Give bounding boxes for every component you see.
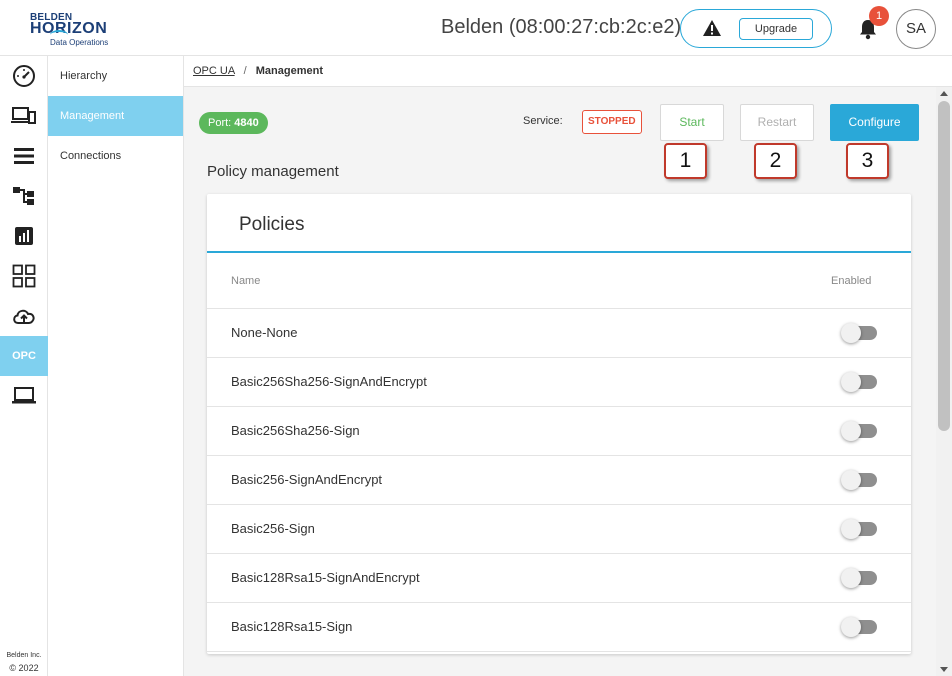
toggle-knob (841, 372, 861, 392)
policy-row: Basic256Sha256-Sign (207, 407, 911, 456)
policy-name: Basic256-SignAndEncrypt (231, 472, 383, 487)
logo-line-3: Data Operations (50, 38, 109, 47)
port-label: Port: (208, 117, 232, 129)
toggle-knob (841, 617, 861, 637)
policy-name: None-None (231, 325, 298, 340)
vertical-scrollbar[interactable] (936, 87, 952, 676)
policy-name: Basic256Sha256-Sign (231, 423, 360, 438)
rail-analytics[interactable] (0, 216, 48, 256)
footer-year: © 2022 (9, 663, 39, 673)
breadcrumb-link-opc-ua[interactable]: OPC UA (193, 65, 235, 77)
policies-title: Policies (239, 214, 305, 235)
callout-marker-3: 3 (846, 143, 889, 179)
breadcrumb-current: Management (255, 65, 324, 77)
policy-enabled-toggle[interactable] (841, 470, 877, 490)
breadcrumb: OPC UA / Management (184, 56, 952, 87)
rail-opc[interactable]: OPC (0, 336, 48, 376)
laptop-icon (12, 387, 36, 404)
toggle-knob (841, 323, 861, 343)
policies-card: Policies Name Enabled None-None Basic256… (207, 194, 911, 654)
column-header-enabled: Enabled (831, 275, 872, 287)
devices-icon (11, 107, 36, 124)
device-title: Belden (08:00:27:cb:2c:e2) (441, 16, 682, 38)
belden-horizon-logo[interactable]: BELDEN HORIZON Data Operations (28, 8, 118, 50)
scroll-up-arrow-icon[interactable] (940, 91, 948, 96)
callout-marker-1: 1 (664, 143, 707, 179)
list-icon (14, 148, 34, 164)
copyright-footer: Belden Inc. © 2022 (0, 650, 48, 674)
policy-enabled-toggle[interactable] (841, 323, 877, 343)
policy-row: Basic256Sha256-SignAndEncrypt (207, 358, 911, 407)
policy-row: None-None (207, 309, 911, 358)
policy-row: Basic256-SignAndEncrypt (207, 456, 911, 505)
toggle-knob (841, 421, 861, 441)
policy-enabled-toggle[interactable] (841, 519, 877, 539)
port-value: 4840 (234, 117, 259, 129)
restart-button[interactable]: Restart (740, 104, 814, 141)
rail-apps[interactable] (0, 256, 48, 296)
upgrade-banner: Upgrade (680, 9, 832, 48)
rail-cloud[interactable] (0, 296, 48, 336)
subnav-item-connections[interactable]: Connections (48, 136, 183, 176)
rail-devices[interactable] (0, 96, 48, 136)
policy-enabled-toggle[interactable] (841, 617, 877, 637)
service-status-badge: STOPPED (582, 110, 642, 134)
scroll-thumb[interactable] (938, 101, 950, 431)
policy-enabled-toggle[interactable] (841, 568, 877, 588)
user-avatar[interactable]: SA (896, 9, 936, 49)
dashboard-gauge-icon (13, 65, 35, 87)
rail-hierarchy[interactable] (0, 176, 48, 216)
breadcrumb-separator: / (243, 65, 247, 77)
policy-name: Basic128Rsa15-SignAndEncrypt (231, 570, 420, 585)
policy-row: Basic128Rsa15-SignAndEncrypt (207, 554, 911, 603)
title-divider (207, 251, 911, 253)
opc-subnav: Hierarchy Management Connections (48, 56, 184, 676)
section-title: Policy management (207, 163, 339, 180)
toggle-knob (841, 519, 861, 539)
cloud-upload-icon (13, 309, 35, 324)
notification-count-badge: 1 (869, 6, 889, 26)
column-header-name: Name (231, 275, 261, 287)
top-header: BELDEN HORIZON Data Operations Belden (0… (0, 0, 952, 56)
icon-rail: OPC Belden Inc. © 2022 (0, 56, 48, 676)
logo-line-2: HORIZON (30, 20, 108, 37)
main-content: OPC UA / Management Port: 4840 Service: … (184, 56, 952, 676)
hierarchy-icon (13, 187, 34, 205)
service-label: Service: (523, 115, 563, 127)
callout-marker-2: 2 (754, 143, 797, 179)
analytics-icon (15, 227, 33, 245)
start-button[interactable]: Start (660, 104, 724, 141)
rail-dashboard[interactable] (0, 56, 48, 96)
policy-enabled-toggle[interactable] (841, 421, 877, 441)
subnav-item-hierarchy[interactable]: Hierarchy (48, 56, 183, 96)
policy-name: Basic128Rsa15-Sign (231, 619, 353, 634)
policy-enabled-toggle[interactable] (841, 372, 877, 392)
configure-button[interactable]: Configure (830, 104, 919, 141)
toggle-knob (841, 470, 861, 490)
rail-laptop[interactable] (0, 376, 48, 416)
scroll-down-arrow-icon[interactable] (940, 667, 948, 672)
port-badge: Port: 4840 (199, 112, 268, 134)
warning-icon (703, 20, 721, 36)
policy-name: Basic256Sha256-SignAndEncrypt (231, 374, 427, 389)
policy-row: Basic128Rsa15-Sign (207, 603, 911, 652)
policy-name: Basic256-Sign (231, 521, 315, 536)
rail-list[interactable] (0, 136, 48, 176)
toggle-knob (841, 568, 861, 588)
apps-grid-icon (12, 264, 36, 288)
subnav-item-management[interactable]: Management (48, 96, 183, 136)
upgrade-button[interactable]: Upgrade (739, 18, 813, 40)
footer-company: Belden Inc. (6, 652, 42, 659)
policy-row: Basic256-Sign (207, 505, 911, 554)
